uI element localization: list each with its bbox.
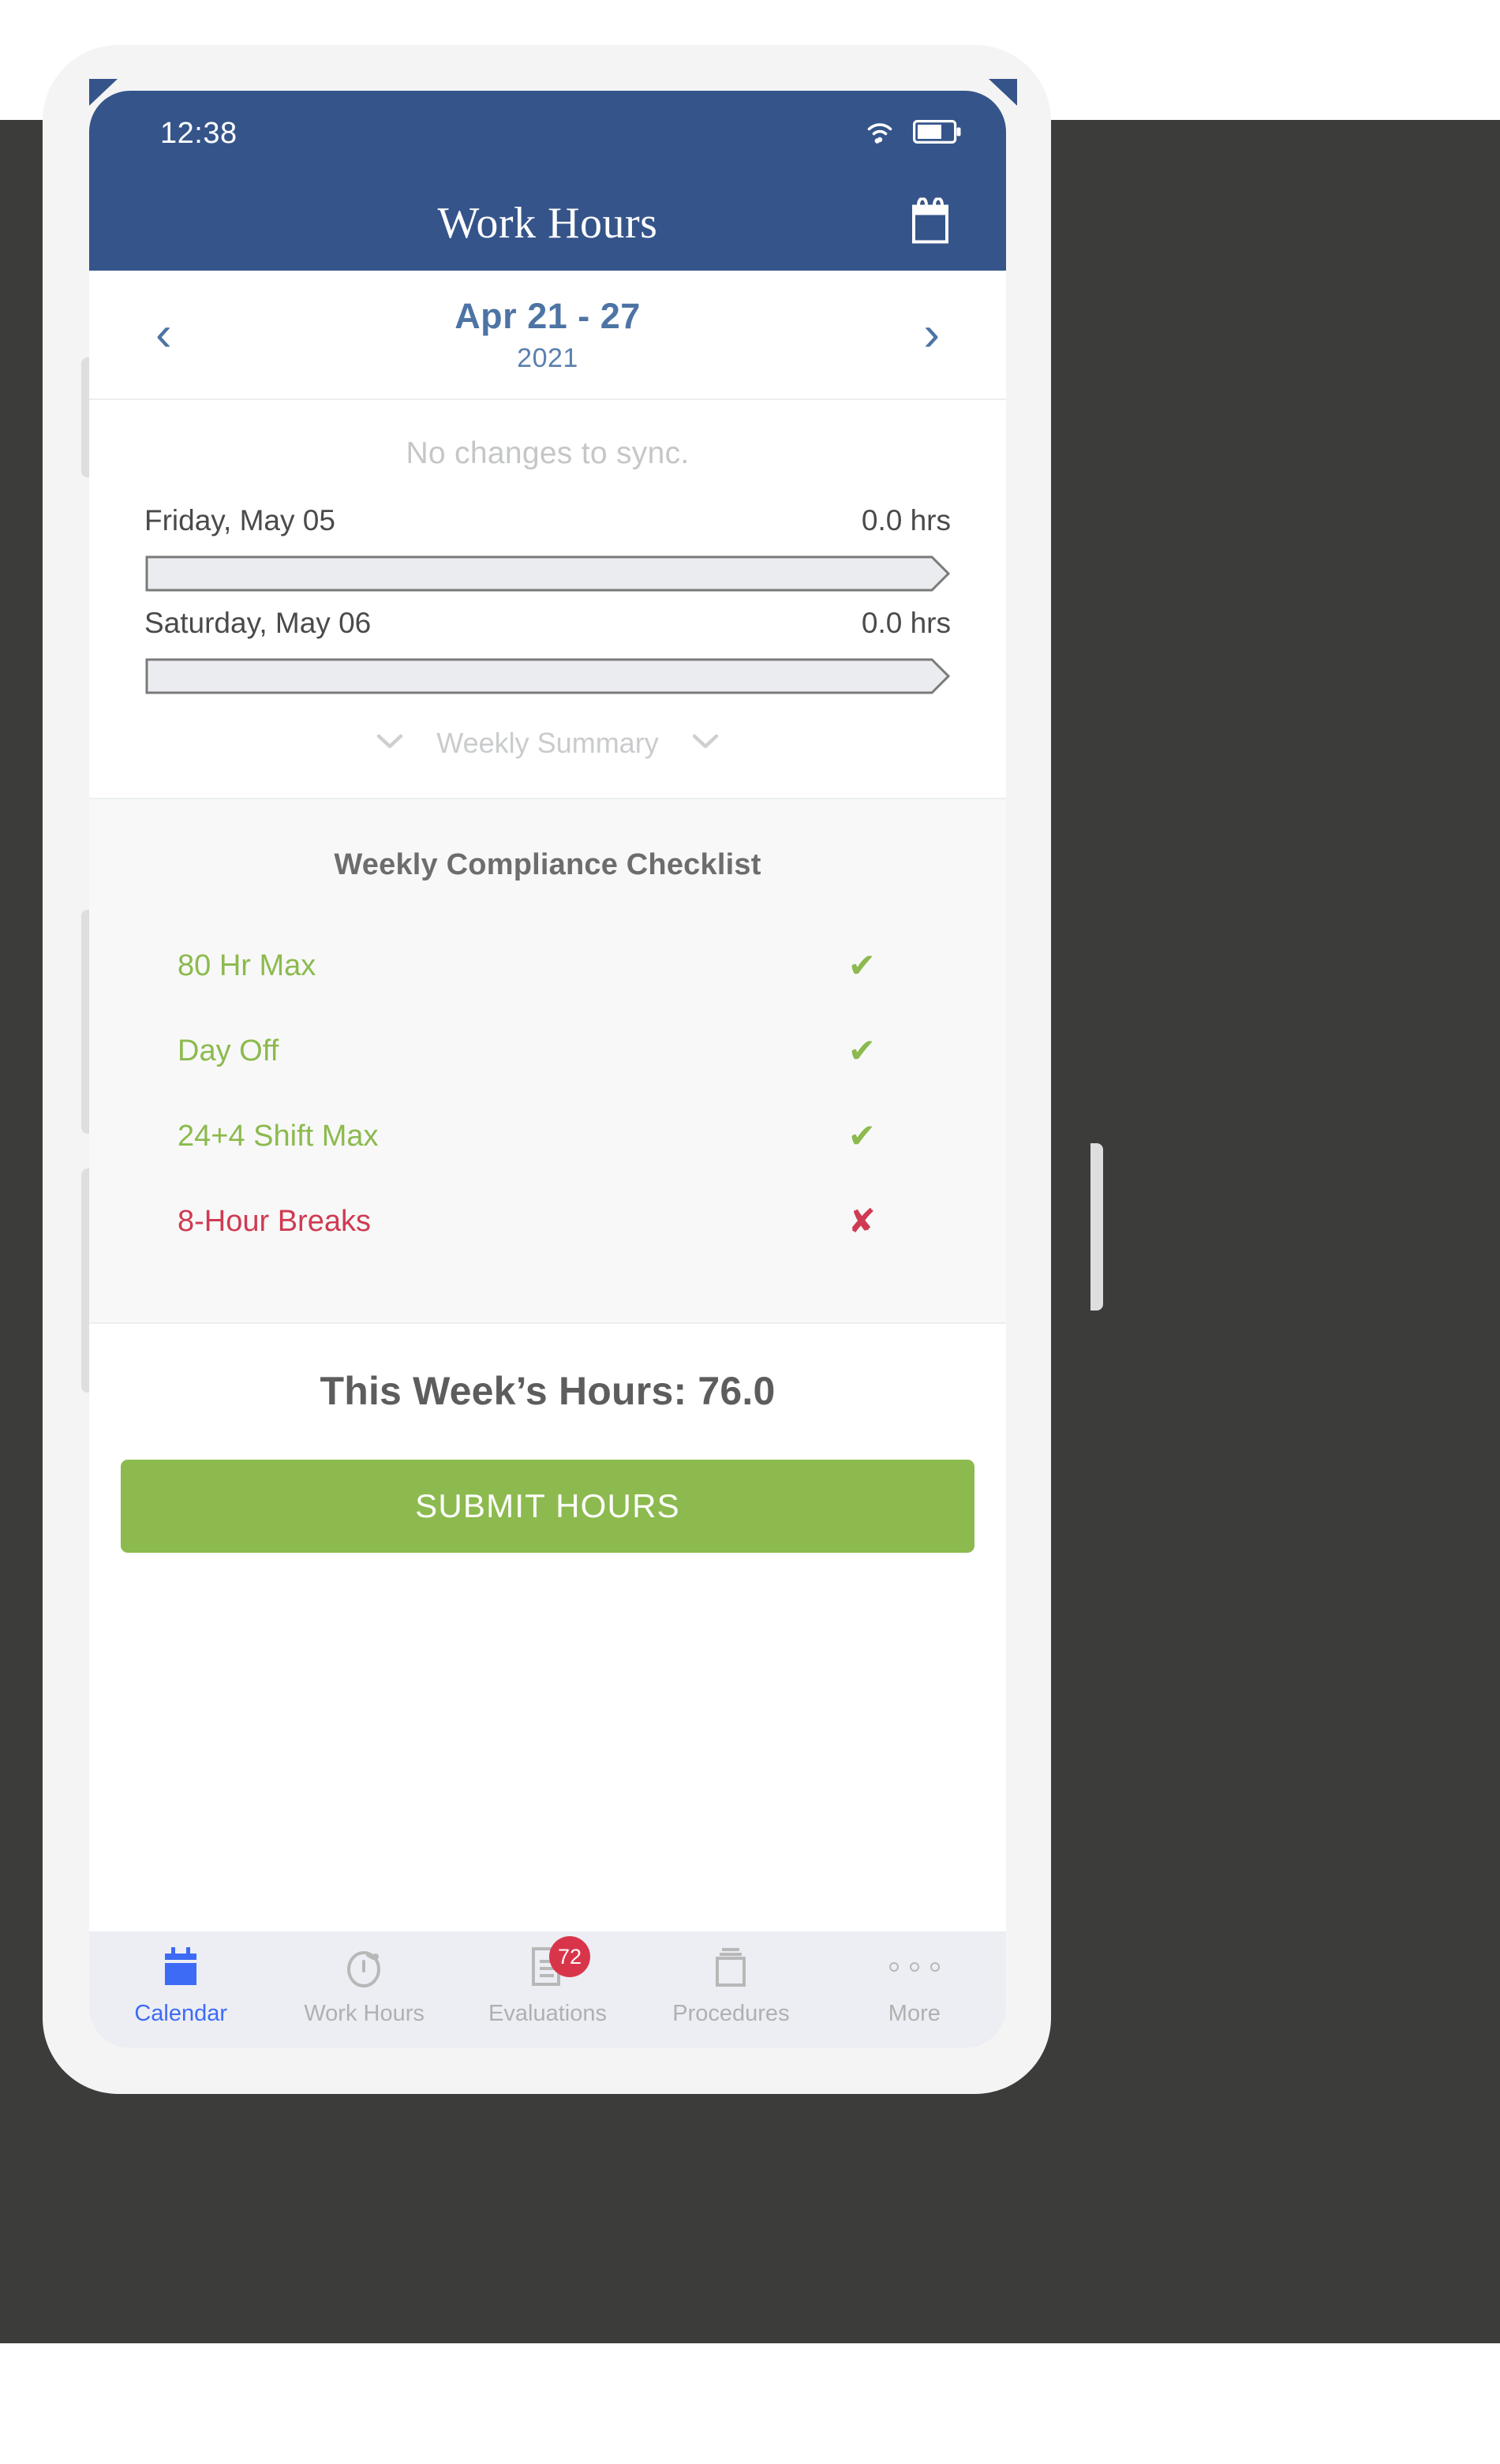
stopwatch-icon <box>342 1942 387 1991</box>
check-icon: ✔ <box>847 947 876 984</box>
tab-procedures[interactable]: Procedures <box>639 1942 822 2027</box>
compliance-item-label: 8-Hour Breaks <box>178 1204 371 1238</box>
day-hours-value: 0.0 hrs <box>861 504 951 537</box>
battery-icon <box>913 119 962 148</box>
bottom-tab-bar: Calendar Work Hours 72 Evaluations Proce… <box>89 1931 1006 2048</box>
phone-screen: 12:38 Work Hours ‹ Apr 21 - 27 2021 › No… <box>89 91 1006 2048</box>
days-panel: No changes to sync. Friday, May 05 0.0 h… <box>89 400 1006 799</box>
documents-stack-icon <box>709 1942 753 1991</box>
prev-week-button[interactable]: ‹ <box>155 310 172 359</box>
tab-evaluations[interactable]: 72 Evaluations <box>456 1936 639 2027</box>
document-icon: 72 <box>526 1936 591 1991</box>
tab-calendar[interactable]: Calendar <box>89 1942 272 2027</box>
tab-label: Procedures <box>672 2001 790 2026</box>
tab-work-hours[interactable]: Work Hours <box>272 1942 455 2027</box>
device-power-button[interactable] <box>1090 1143 1103 1311</box>
appbar-calendar-button[interactable] <box>910 196 951 249</box>
compliance-item: 24+4 Shift Max ✔ <box>89 1094 1006 1179</box>
weekly-compliance-checklist: Weekly Compliance Checklist 80 Hr Max ✔ … <box>89 799 1006 1324</box>
tab-label: Calendar <box>134 2001 228 2026</box>
submit-hours-button[interactable]: SUBMIT HOURS <box>121 1460 974 1553</box>
next-week-button[interactable]: › <box>923 310 940 359</box>
wifi-icon <box>864 119 896 148</box>
compliance-title: Weekly Compliance Checklist <box>334 848 761 881</box>
day-hours-value: 0.0 hrs <box>861 607 951 639</box>
compliance-item-label: 24+4 Shift Max <box>178 1119 379 1153</box>
week-hours-total: This Week’s Hours: 76.0 <box>320 1369 776 1413</box>
tab-label: More <box>888 2001 941 2026</box>
calendar-icon <box>910 196 951 249</box>
app-bar: Work Hours <box>89 176 1006 271</box>
compliance-item-label: Day Off <box>178 1034 279 1067</box>
check-icon: ✔ <box>847 1032 876 1069</box>
page-title: Work Hours <box>437 199 658 248</box>
calendar-icon <box>159 1942 203 1991</box>
tab-label: Evaluations <box>488 2001 607 2026</box>
evaluations-badge: 72 <box>549 1936 591 1977</box>
status-icon-group <box>864 119 962 148</box>
day-hours-bar[interactable] <box>144 657 951 695</box>
check-icon: ✔ <box>847 1117 876 1154</box>
week-range-label: Apr 21 - 27 <box>454 295 641 336</box>
compliance-item: 8-Hour Breaks ✘ <box>89 1179 1006 1264</box>
day-row-header: Friday, May 05 0.0 hrs <box>144 504 951 537</box>
day-label: Saturday, May 06 <box>144 607 372 639</box>
weekly-summary-label: Weekly Summary <box>436 727 659 759</box>
screenshot-root: 12:38 Work Hours ‹ Apr 21 - 27 2021 › No… <box>0 0 1500 2464</box>
week-navigation: ‹ Apr 21 - 27 2021 › <box>89 271 1006 400</box>
compliance-item-label: 80 Hr Max <box>178 948 316 982</box>
ellipsis-icon <box>888 1942 940 1991</box>
week-year-label: 2021 <box>517 342 578 373</box>
weekly-summary-toggle[interactable]: Weekly Summary <box>89 727 1006 760</box>
weekly-totals-panel: This Week’s Hours: 76.0 SUBMIT HOURS <box>89 1324 1006 1608</box>
compliance-item: Day Off ✔ <box>89 1008 1006 1094</box>
day-label: Friday, May 05 <box>144 504 335 537</box>
day-row[interactable]: Saturday, May 06 0.0 hrs <box>89 607 1006 695</box>
tab-label: Work Hours <box>304 2001 425 2026</box>
status-clock: 12:38 <box>160 116 238 150</box>
status-bar: 12:38 <box>89 91 1006 176</box>
cross-icon: ✘ <box>847 1202 876 1239</box>
sync-status-message: No changes to sync. <box>406 436 690 470</box>
week-label-group: Apr 21 - 27 2021 <box>172 296 924 374</box>
tab-more[interactable]: More <box>823 1942 1006 2027</box>
chevron-down-icon <box>692 733 719 754</box>
day-hours-bar[interactable] <box>144 555 951 593</box>
day-row-header: Saturday, May 06 0.0 hrs <box>144 607 951 640</box>
chevron-down-icon <box>376 733 403 754</box>
compliance-item: 80 Hr Max ✔ <box>89 923 1006 1008</box>
day-row[interactable]: Friday, May 05 0.0 hrs <box>89 504 1006 593</box>
